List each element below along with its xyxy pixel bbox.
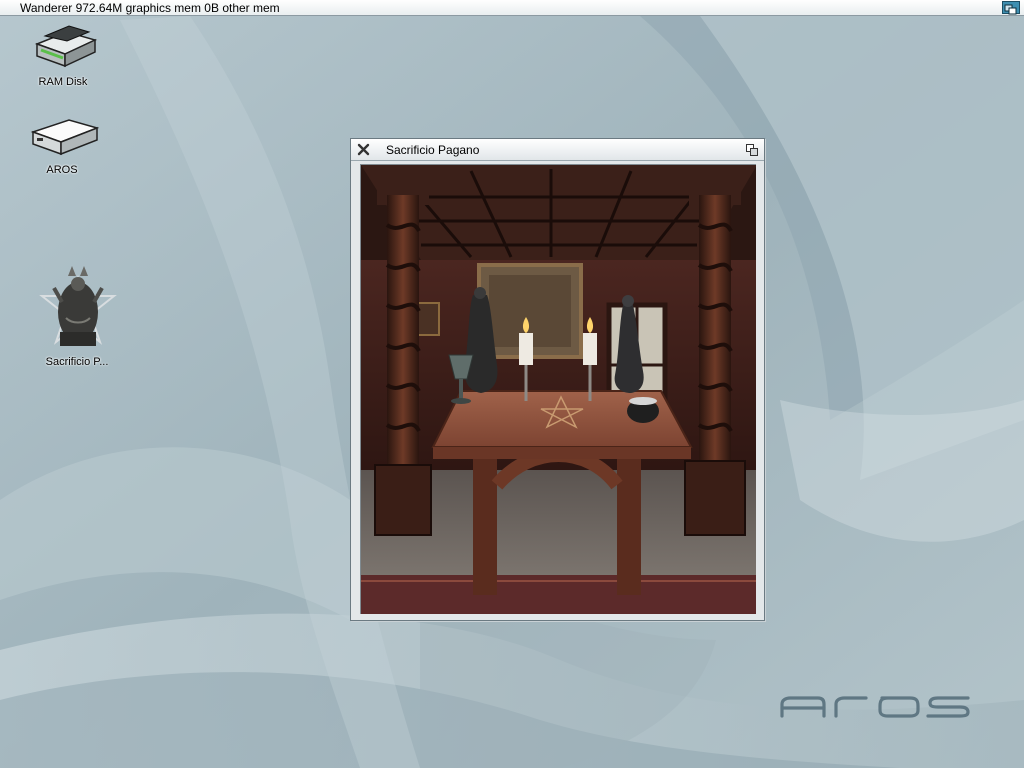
sacrificio-label: Sacrificio P... [45,356,109,368]
window-depth-icon[interactable] [746,144,758,156]
screen-depth-icon[interactable] [1002,1,1020,15]
image-viewer-window[interactable]: Sacrificio Pagano [350,138,765,621]
sacrificio-image-icon [39,266,117,346]
image-canvas [360,164,756,614]
hard-drive-icon [30,119,99,156]
pagan-altar-room-image [361,165,756,614]
window-title: Sacrificio Pagano [386,143,480,157]
desktop[interactable]: Wanderer 972.64M graphics mem 0B other m… [0,0,1024,768]
screen-title-bar[interactable]: Wanderer 972.64M graphics mem 0B other m… [0,0,1024,16]
ram-disk-label: RAM Disk [38,76,88,88]
ram-disk-icon [34,25,98,68]
window-title-bar[interactable]: Sacrificio Pagano [351,139,764,161]
desktop-icon-sacrificio[interactable]: Sacrificio P... [32,262,122,368]
screen-title-text: Wanderer 972.64M graphics mem 0B other m… [20,1,280,15]
aros-label: AROS [46,164,78,176]
desktop-icon-ram-disk[interactable]: RAM Disk [18,22,108,88]
desktop-icon-aros[interactable]: AROS [17,112,107,176]
close-icon[interactable] [357,143,370,156]
aros-logo [780,696,970,718]
